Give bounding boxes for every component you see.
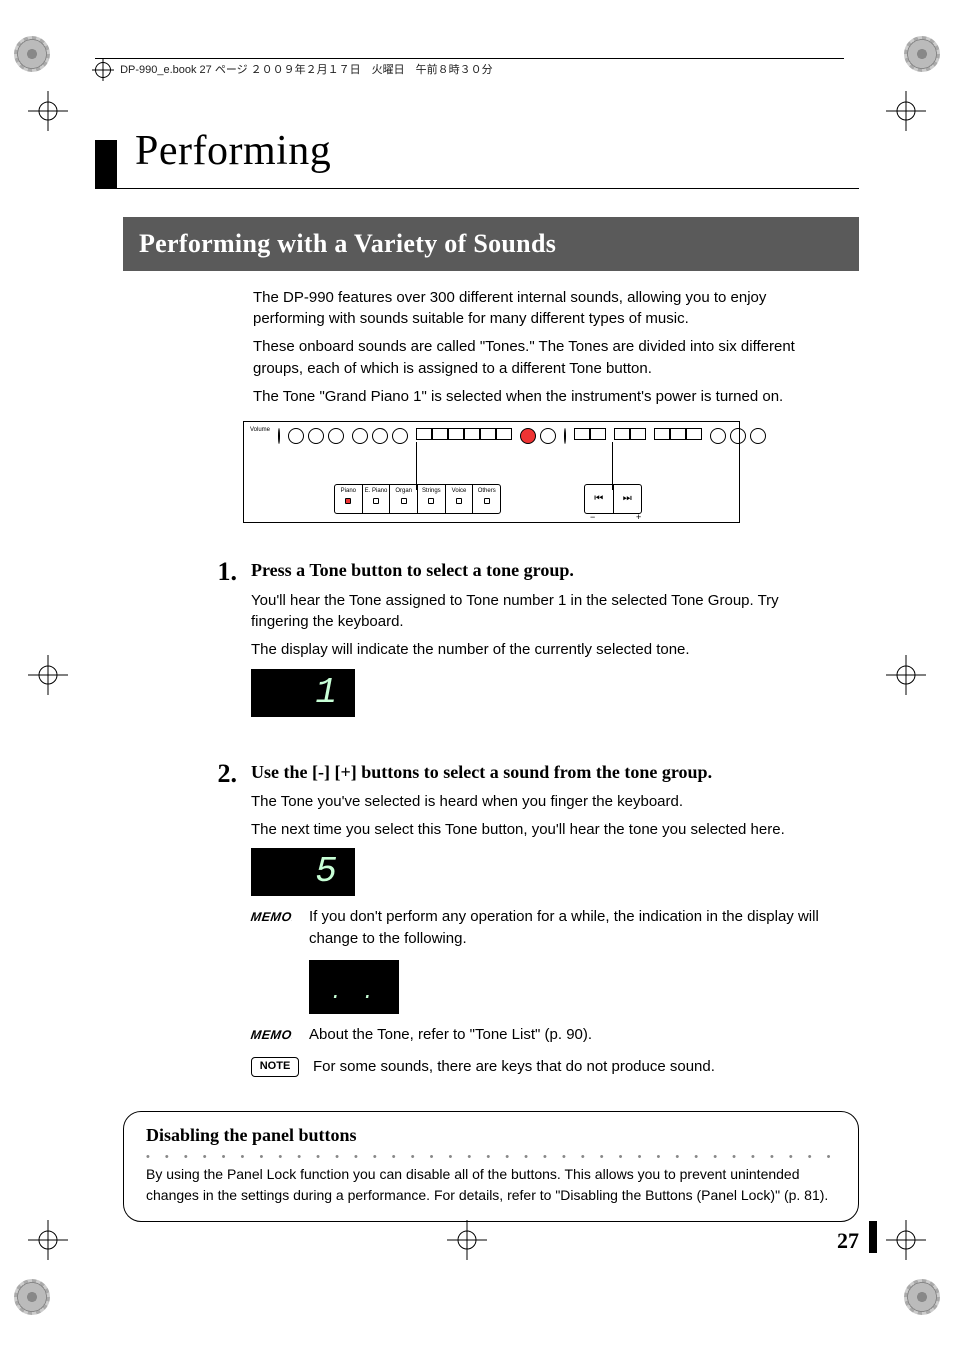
memo-text: About the Tone, refer to "Tone List" (p.… <box>309 1024 592 1046</box>
chapter-title: Performing <box>135 121 331 188</box>
plus-label: + <box>636 511 641 524</box>
memo-block: MEMO If you don't perform any operation … <box>251 906 819 950</box>
led-icon <box>428 498 434 504</box>
track-button-row <box>654 428 702 440</box>
callout-text: By using the Panel Lock function you can… <box>146 1164 836 1205</box>
chapter-tab-icon <box>95 140 117 188</box>
crop-mark-icon <box>886 91 926 131</box>
memo-badge: MEMO <box>250 906 297 926</box>
print-gear-icon <box>14 36 50 72</box>
section-title: Performing with a Variety of Sounds <box>123 217 859 271</box>
volume-knob-icon <box>278 428 280 444</box>
dotted-rule: • • • • • • • • • • • • • • • • • • • • … <box>146 1150 836 1160</box>
crop-mark-icon <box>28 91 68 131</box>
step-paragraph: The Tone you've selected is heard when y… <box>251 791 819 813</box>
tone-button-label: Organ <box>395 487 412 496</box>
step-paragraph: The next time you select this Tone butto… <box>251 819 819 841</box>
print-gear-icon <box>904 36 940 72</box>
transport-button-row <box>614 428 646 440</box>
led-icon <box>401 498 407 504</box>
transport-closeup: ⏮ ⏭ <box>584 484 642 514</box>
crop-mark-icon <box>28 1220 68 1260</box>
step-heading: Use the [-] [+] buttons to select a soun… <box>251 759 819 785</box>
tone-buttons-closeup: Piano E. Piano Organ Strings Voice Other… <box>334 484 501 514</box>
tone-button-label: Voice <box>452 487 467 496</box>
crop-mark-icon <box>886 655 926 695</box>
knob-group <box>288 428 344 444</box>
step-2: 2. Use the [-] [+] buttons to select a s… <box>253 755 819 1088</box>
crop-mark-icon <box>28 655 68 695</box>
panel-illustration: Volume Piano E. Piano Organ Strings Voic… <box>243 421 740 523</box>
memo-block: MEMO About the Tone, refer to "Tone List… <box>251 1024 819 1046</box>
note-block: NOTE For some sounds, there are keys tha… <box>251 1056 819 1078</box>
step-paragraph: You'll hear the Tone assigned to Tone nu… <box>251 590 819 634</box>
callout-line <box>612 442 613 490</box>
memo-text: If you don't perform any operation for a… <box>309 906 819 950</box>
header-meta-text: DP-990_e.book 27 ページ ２００９年２月１７日 火曜日 午前８時… <box>120 64 493 76</box>
print-gear-icon <box>14 1279 50 1315</box>
led-icon <box>456 498 462 504</box>
led-icon <box>484 498 490 504</box>
intro-paragraph: These onboard sounds are called "Tones."… <box>253 336 819 380</box>
segment-display: 1 <box>251 669 355 717</box>
knob-group <box>710 428 766 444</box>
callout-title: Disabling the panel buttons <box>146 1122 836 1148</box>
book-header-meta: DP-990_e.book 27 ページ ２００９年２月１７日 火曜日 午前８時… <box>95 58 844 79</box>
song-button-row <box>574 428 606 440</box>
tone-button-label: Strings <box>422 487 441 496</box>
prev-track-icon: ⏮ <box>585 485 614 513</box>
panel-label: Volume <box>250 426 270 435</box>
intro-paragraph: The Tone "Grand Piano 1" is selected whe… <box>253 386 819 408</box>
step-heading: Press a Tone button to select a tone gro… <box>251 557 819 583</box>
memo-badge: MEMO <box>250 1024 297 1044</box>
step-paragraph: The display will indicate the number of … <box>251 639 819 661</box>
note-text: For some sounds, there are keys that do … <box>313 1056 715 1078</box>
tone-button-label: Others <box>478 487 496 496</box>
led-on-icon <box>345 498 351 504</box>
tempo-knob-icon <box>564 428 566 444</box>
tone-button-label: E. Piano <box>365 487 388 496</box>
step-number: 1. <box>201 553 237 724</box>
intro-paragraph: The DP-990 features over 300 different i… <box>253 287 819 331</box>
minus-label: − <box>590 511 595 524</box>
next-track-icon: ⏭ <box>614 485 642 513</box>
segment-display-idle: . . <box>309 960 399 1014</box>
callout-line <box>416 442 417 490</box>
register-mark-icon <box>95 62 111 78</box>
step-1: 1. Press a Tone button to select a tone … <box>253 553 819 724</box>
crop-mark-icon <box>447 1220 487 1260</box>
callout-box: Disabling the panel buttons • • • • • • … <box>123 1111 859 1222</box>
chapter-heading: Performing <box>95 110 859 189</box>
note-badge: NOTE <box>251 1057 299 1077</box>
knob-group <box>520 428 556 444</box>
step-number: 2. <box>201 755 237 1088</box>
tone-button-row <box>416 428 512 440</box>
tone-button-label: Piano <box>341 487 356 496</box>
page-number: 27 <box>837 1225 859 1257</box>
knob-group <box>352 428 408 444</box>
led-icon <box>373 498 379 504</box>
print-gear-icon <box>904 1279 940 1315</box>
crop-mark-icon <box>886 1220 926 1260</box>
segment-display: 5 <box>251 848 355 896</box>
